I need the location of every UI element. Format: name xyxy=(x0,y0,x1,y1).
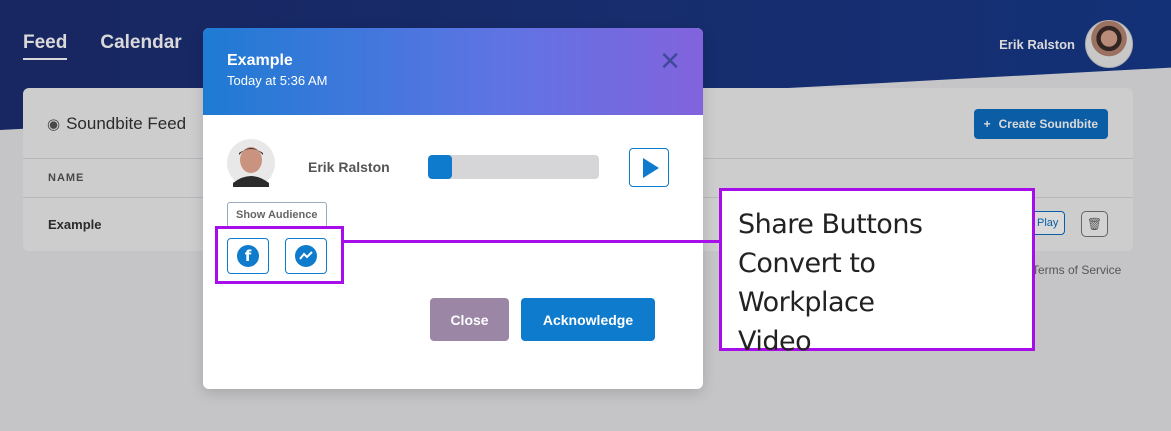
play-icon xyxy=(643,157,659,178)
facebook-share-button[interactable]: f xyxy=(227,238,269,274)
modal-title: Example xyxy=(227,52,293,69)
progress-fill xyxy=(428,155,452,179)
callout-line-2: Convert to Workplace xyxy=(738,248,876,318)
play-button[interactable] xyxy=(629,148,669,187)
messenger-share-button[interactable] xyxy=(285,238,327,274)
close-button[interactable]: Close xyxy=(430,298,509,341)
callout-line-3: Video xyxy=(738,326,812,357)
modal-timestamp: Today at 5:36 AM xyxy=(227,73,328,88)
messenger-icon xyxy=(295,245,317,267)
show-audience-button[interactable]: Show Audience xyxy=(227,202,327,228)
playback-progress[interactable] xyxy=(428,155,599,179)
acknowledge-button[interactable]: Acknowledge xyxy=(521,298,655,341)
facebook-icon: f xyxy=(237,245,259,267)
close-icon[interactable]: ✕ xyxy=(659,48,681,74)
annotation-callout: Share Buttons Convert to Workplace Video xyxy=(719,188,1035,357)
callout-line-1: Share Buttons xyxy=(738,209,923,240)
soundbite-modal: Example Today at 5:36 AM ✕ Erik Ralston … xyxy=(203,28,703,389)
author-avatar xyxy=(227,139,275,187)
author-name: Erik Ralston xyxy=(308,159,390,175)
modal-header: Example Today at 5:36 AM ✕ xyxy=(203,28,703,115)
callout-connector xyxy=(344,240,720,243)
